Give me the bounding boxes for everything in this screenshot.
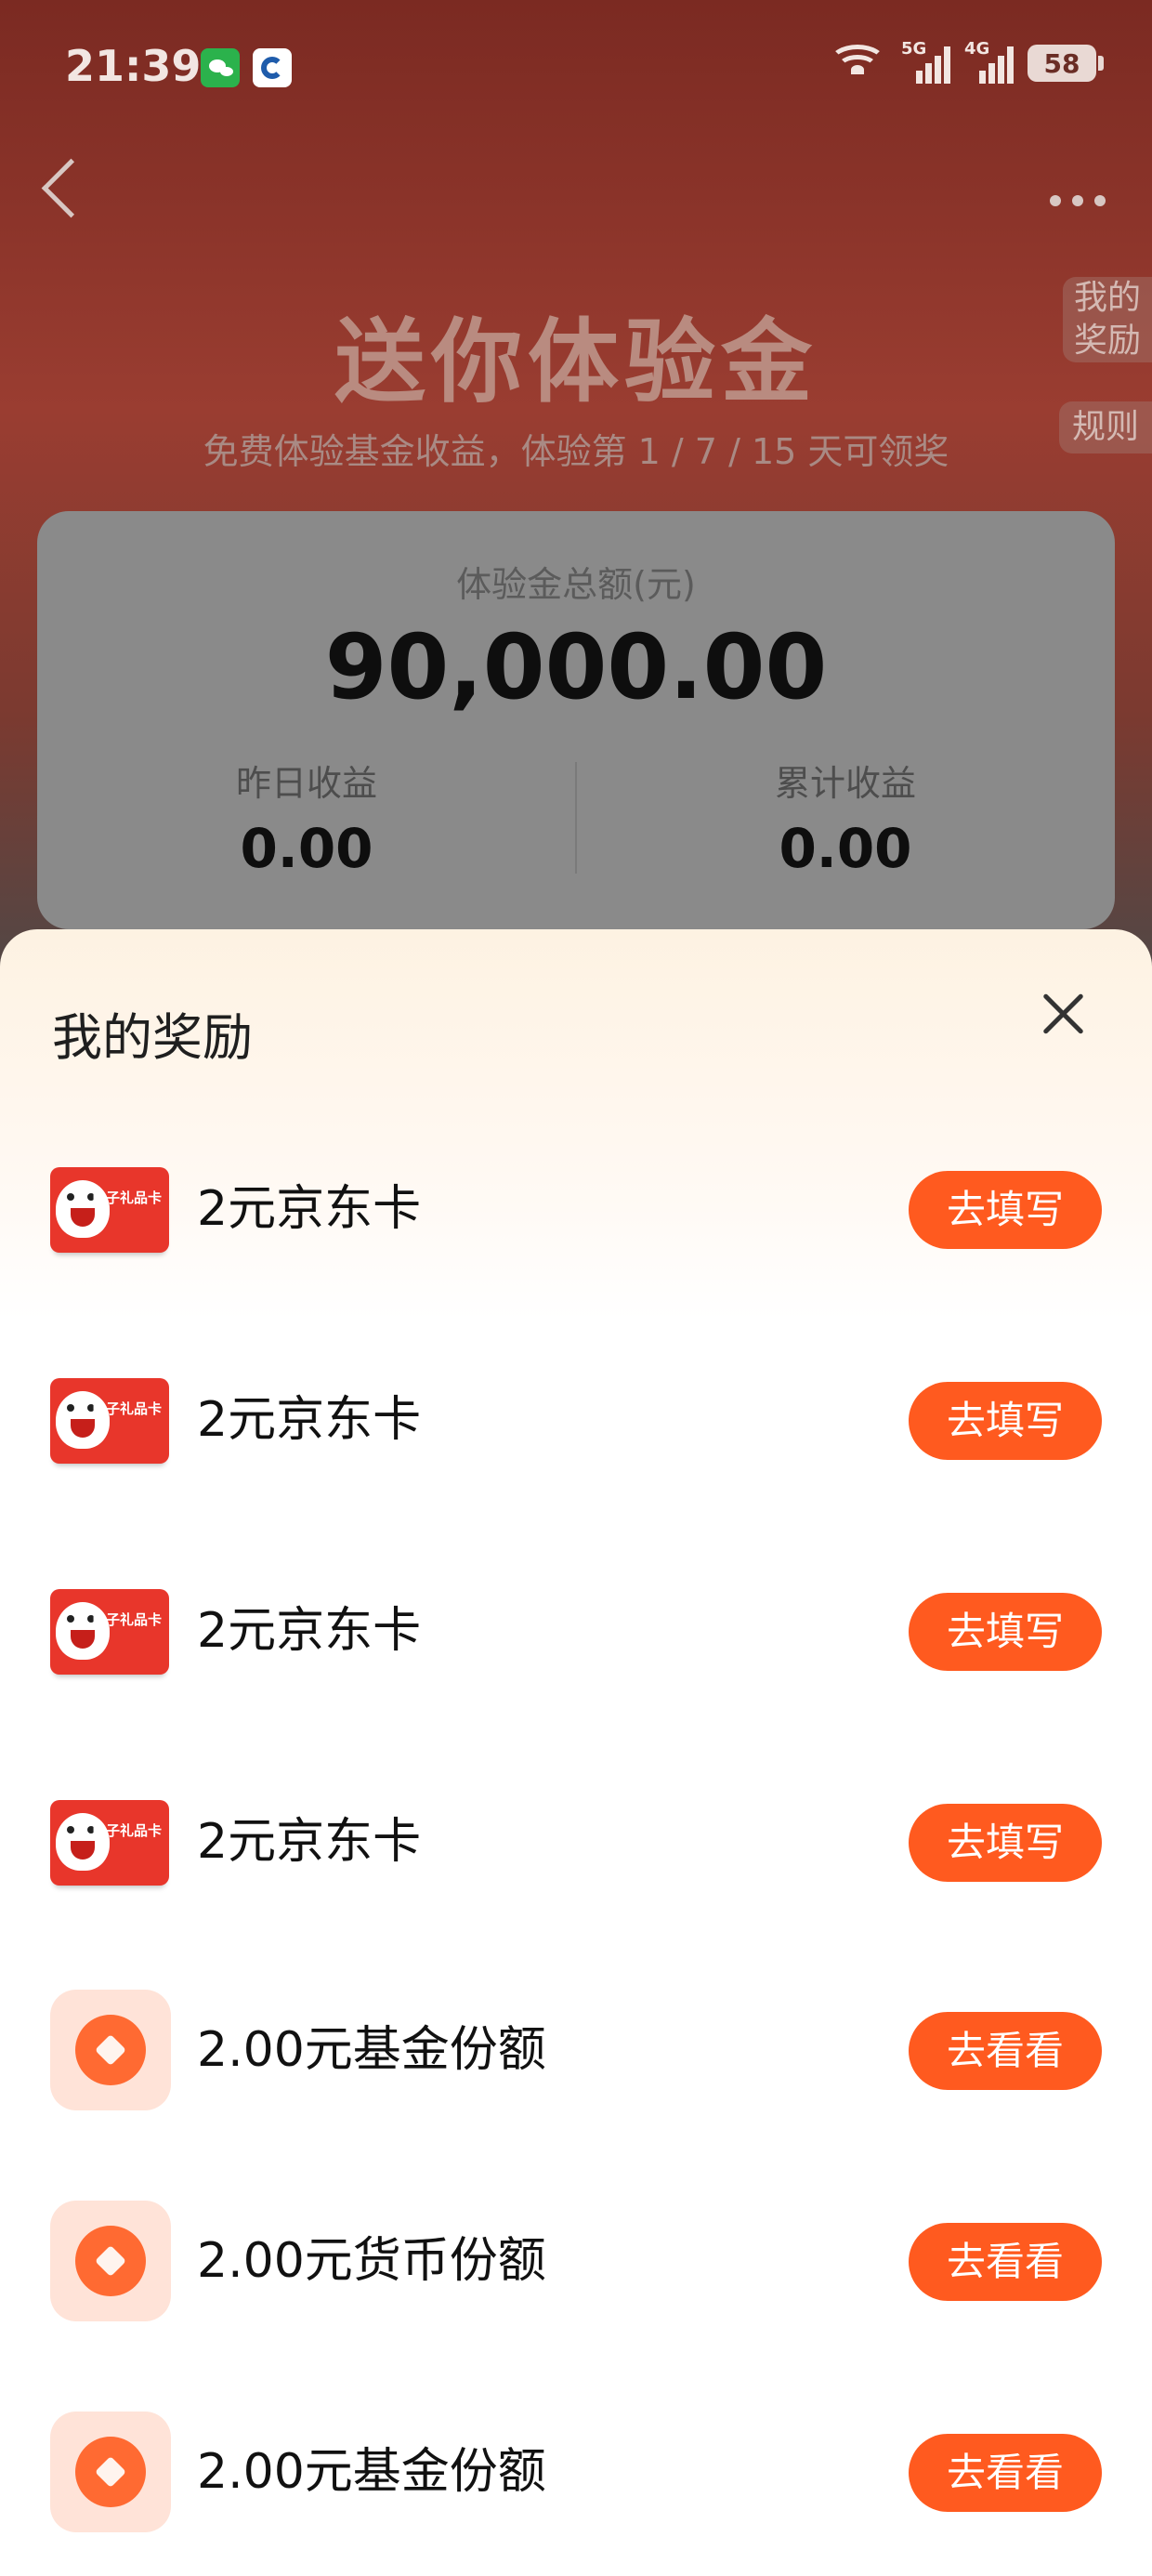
reward-row: 电子礼品卡 2元京东卡 去填写 [0,1360,1152,1480]
reward-row: 2.00元基金份额 去看看 [0,1990,1152,2110]
reward-row: 电子礼品卡 2元京东卡 去填写 [0,1149,1152,1269]
close-icon[interactable] [1039,989,1087,1037]
side-tab-rules[interactable]: 规则 [1059,401,1152,453]
my-rewards-sheet: 我的奖励 电子礼品卡 2元京东卡 去填写 电子礼品卡 2元京东卡 去填写 电子礼… [0,929,1152,2576]
signal-5g-icon: 5G [901,39,950,84]
status-icons: 5G 4G 58 [829,39,1104,84]
fill-in-button[interactable]: 去填写 [909,1171,1102,1249]
money-coin-icon [50,2201,171,2321]
reward-row: 2.00元基金份额 去看看 [0,2412,1152,2532]
page-subtitle: 免费体验基金收益，体验第 1 / 7 / 15 天可领奖 [203,431,949,472]
reward-label: 2.00元货币份额 [197,2233,546,2289]
battery-icon: 58 [1028,45,1104,82]
signal-4g-icon: 4G [964,39,1014,84]
yesterday-label: 昨日收益 [235,763,377,804]
total-amount-value: 90,000.00 [324,615,828,719]
jd-gift-card-icon: 电子礼品卡 [50,1589,169,1675]
sheet-title: 我的奖励 [52,1008,253,1067]
jd-gift-card-icon: 电子礼品卡 [50,1378,169,1464]
fill-in-button[interactable]: 去填写 [909,1804,1102,1882]
fund-coin-icon [50,2412,171,2532]
reward-label: 2元京东卡 [197,1181,422,1237]
cumulative-label: 累计收益 [774,763,916,804]
view-button[interactable]: 去看看 [909,2434,1102,2512]
yesterday-earnings: 昨日收益 0.00 [37,755,576,880]
fund-coin-icon [50,1990,171,2110]
reward-label: 2.00元基金份额 [197,2444,546,2500]
fill-in-button[interactable]: 去填写 [909,1382,1102,1460]
trial-fund-card: 体验金总额(元) 90,000.00 昨日收益 0.00 累计收益 0.00 [37,511,1115,929]
fill-in-button[interactable]: 去填写 [909,1593,1102,1671]
more-options-icon[interactable] [1050,195,1106,206]
jd-gift-card-icon: 电子礼品卡 [50,1167,169,1253]
status-bar: 21:39 5G 4G 58 [0,0,1152,139]
jd-gift-card-icon: 电子礼品卡 [50,1800,169,1886]
view-button[interactable]: 去看看 [909,2223,1102,2301]
status-time: 21:39 [65,41,202,91]
cumulative-value: 0.00 [779,817,912,880]
reward-row: 电子礼品卡 2元京东卡 去填写 [0,1781,1152,1902]
background-page: 21:39 5G 4G 58 送你体验金 免费体验基金收益，体验第 1 / 7 … [0,0,1152,1022]
reward-label: 2元京东卡 [197,1392,422,1448]
page-title: 送你体验金 [334,309,818,415]
wechat-icon [201,48,240,87]
reward-row: 2.00元货币份额 去看看 [0,2201,1152,2321]
total-amount-label: 体验金总额(元) [456,564,696,605]
view-button[interactable]: 去看看 [909,2012,1102,2090]
reward-label: 2元京东卡 [197,1603,422,1659]
side-tab-my-rewards[interactable]: 我的奖励 [1063,277,1152,362]
wifi-icon [829,45,886,82]
cumulative-earnings: 累计收益 0.00 [576,755,1115,880]
reward-label: 2元京东卡 [197,1814,422,1870]
reward-row: 电子礼品卡 2元京东卡 去填写 [0,1571,1152,1691]
bank-app-icon [253,48,292,87]
yesterday-value: 0.00 [240,817,373,880]
back-arrow-icon[interactable] [41,158,101,218]
reward-label: 2.00元基金份额 [197,2022,546,2078]
